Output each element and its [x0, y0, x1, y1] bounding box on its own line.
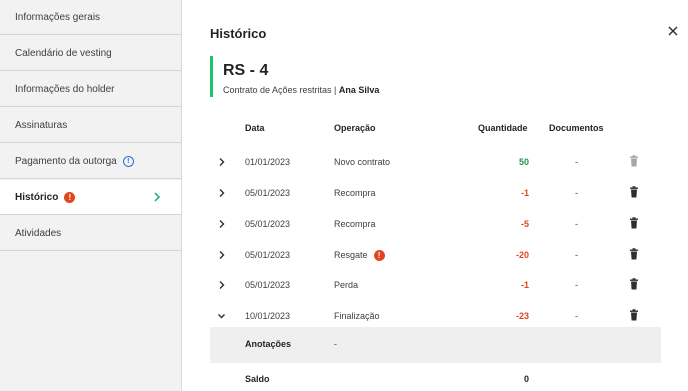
sidebar-item-label: Assinaturas [15, 119, 68, 131]
sidebar-item-label: Pagamento da outorga [15, 155, 117, 167]
sidebar: Informações gerais Calendário de vesting… [0, 0, 182, 391]
row-date: 05/01/2023 [245, 219, 291, 229]
trash-icon[interactable] [629, 155, 639, 167]
notes-label: Anotações [245, 339, 292, 349]
table-row: 01/01/2023 Novo contrato 50 - [210, 148, 661, 179]
sidebar-item-informacoes-gerais[interactable]: Informações gerais [0, 0, 181, 35]
row-operation: Novo contrato [334, 157, 391, 167]
history-panel: Histórico RS - 4 Contrato de Ações restr… [182, 0, 688, 391]
row-operation-label: Resgate [334, 250, 368, 260]
close-icon[interactable] [667, 25, 679, 37]
table-row: 05/01/2023 Perda -1 - [210, 271, 661, 302]
chevron-right-icon[interactable] [217, 157, 226, 167]
chevron-down-icon[interactable] [217, 311, 226, 321]
row-date: 05/01/2023 [245, 280, 291, 290]
row-documents: - [575, 157, 578, 167]
sidebar-item-label: Histórico [15, 191, 59, 203]
sidebar-item-pagamento-outorga[interactable]: Pagamento da outorga ! [0, 144, 181, 179]
table-row: 05/01/2023 Recompra -1 - [210, 179, 661, 210]
column-header-documents: Documentos [549, 123, 604, 133]
contract-type: Contrato de Ações restritas | [223, 85, 339, 95]
row-operation: Recompra [334, 219, 376, 229]
column-header-quantity: Quantidade [478, 123, 528, 133]
row-documents: - [575, 188, 578, 198]
table-row: 05/01/2023 Recompra -5 - [210, 210, 661, 241]
row-date: 10/01/2023 [245, 311, 291, 321]
row-documents: - [575, 250, 578, 260]
row-quantity: -20 [515, 250, 529, 260]
trash-icon[interactable] [629, 278, 639, 290]
notes-value: - [334, 339, 337, 349]
row-date: 01/01/2023 [245, 157, 291, 167]
warning-icon: ! [64, 191, 76, 203]
row-quantity: -5 [520, 219, 529, 229]
sidebar-item-assinaturas[interactable]: Assinaturas [0, 108, 181, 143]
page-title: Histórico [210, 26, 267, 41]
balance-value: 0 [523, 374, 529, 384]
row-operation: Finalização [334, 311, 380, 321]
row-quantity: -1 [520, 188, 529, 198]
row-operation: Recompra [334, 188, 376, 198]
holder-name: Ana Silva [338, 85, 380, 95]
chevron-right-icon[interactable] [217, 188, 226, 198]
sidebar-item-calendario-vesting[interactable]: Calendário de vesting [0, 36, 181, 71]
chevron-right-icon[interactable] [217, 250, 226, 260]
info-icon: ! [122, 155, 134, 167]
trash-icon[interactable] [629, 309, 639, 321]
sidebar-item-label: Calendário de vesting [15, 47, 112, 59]
row-quantity: -23 [515, 311, 529, 321]
row-notes: Anotações - [210, 327, 661, 363]
column-header-date: Data [245, 123, 265, 133]
sidebar-item-label: Informações gerais [15, 11, 101, 23]
row-date: 05/01/2023 [245, 250, 291, 260]
sidebar-item-informacoes-holder[interactable]: Informações do holder [0, 72, 181, 107]
row-documents: - [575, 280, 578, 290]
chevron-right-icon[interactable] [217, 219, 226, 229]
row-documents: - [575, 219, 578, 229]
trash-icon[interactable] [629, 248, 639, 260]
sidebar-item-label: Atividades [15, 227, 62, 239]
trash-icon[interactable] [629, 217, 639, 229]
row-date: 05/01/2023 [245, 188, 291, 198]
row-operation: Resgate! [334, 250, 385, 261]
contract-description: Contrato de Ações restritas | Ana Silva [223, 85, 379, 95]
sidebar-item-label: Informações do holder [15, 83, 115, 95]
trash-icon[interactable] [629, 186, 639, 198]
row-quantity: 50 [518, 157, 529, 167]
table-row: 05/01/2023 Resgate! -20 - [210, 241, 661, 272]
sidebar-item-atividades[interactable]: Atividades [0, 216, 181, 251]
column-header-operation: Operação [334, 123, 376, 133]
sidebar-item-historico[interactable]: Histórico ! [0, 180, 181, 215]
chevron-right-icon[interactable] [217, 280, 226, 290]
row-operation: Perda [334, 280, 359, 290]
contract-summary: RS - 4 Contrato de Ações restritas | Ana… [210, 56, 379, 97]
row-documents: - [575, 311, 578, 321]
row-quantity: -1 [520, 280, 529, 290]
contract-id: RS - 4 [223, 62, 269, 79]
balance-label: Saldo [245, 374, 270, 384]
chevron-right-icon [154, 192, 161, 202]
warning-icon: ! [373, 250, 385, 261]
